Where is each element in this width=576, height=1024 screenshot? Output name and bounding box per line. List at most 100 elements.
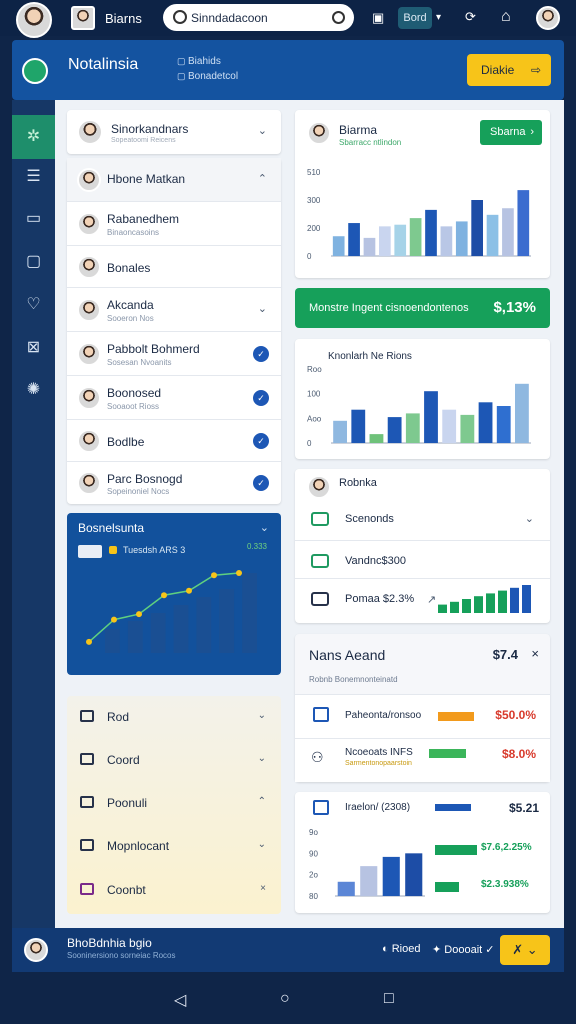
chevron-down-icon: ⌄	[257, 753, 266, 764]
close-icon[interactable]: ×	[531, 646, 539, 661]
chart-bar	[363, 237, 376, 256]
menu-item[interactable]: Rod ⌄	[67, 696, 281, 739]
list-item[interactable]: Bonales	[67, 246, 281, 288]
list-item[interactable]: Pabbolt Bohmerd Sosesan Nvoanits ✓	[67, 332, 281, 376]
metric-banner-value: $,13%	[493, 299, 536, 316]
stats-row[interactable]: Pomaa $2.3% ↗	[295, 579, 550, 623]
trend-point	[136, 611, 142, 618]
menu-item[interactable]: Poonuli ⌃	[67, 782, 281, 825]
avatar	[77, 255, 101, 279]
search-box[interactable]	[163, 4, 354, 31]
list-item[interactable]: Boonosed Sooaoot Rioss ✓	[67, 376, 281, 420]
chart-one-plot: 510 300 200 0	[307, 168, 531, 261]
promo-row[interactable]: ⚇ Ncoeoats INFS Sarmentonopaarstoin $8.0…	[295, 738, 550, 782]
chevron-down-icon: ⌄	[524, 513, 534, 525]
spark-bar	[486, 593, 495, 613]
document-icon[interactable]: ▢	[12, 240, 55, 284]
chart-bar	[424, 391, 438, 443]
list-item[interactable]: Parc Bosnogd Sopeinoniel Nocs ✓	[67, 462, 281, 504]
header-meta: Biahids Bonadetcol	[177, 54, 238, 84]
clear-search-icon[interactable]	[332, 11, 345, 24]
avatar	[77, 119, 103, 145]
chart-icon[interactable]: ⊠	[12, 326, 55, 370]
chevron-down-icon: ⌄	[257, 710, 266, 721]
list-item[interactable]: Bodlbe ✓	[67, 420, 281, 462]
check-badge-icon: ✓	[253, 390, 269, 406]
inbox-icon[interactable]: ☰	[12, 155, 55, 199]
settings-icon[interactable]: ✺	[12, 368, 55, 412]
contact-sub: Sopeinoniel Nocs	[107, 487, 170, 496]
menu-label: Poonuli	[107, 796, 148, 810]
dashboard-icon[interactable]: ✲	[12, 115, 55, 159]
back-icon[interactable]: ◁	[174, 990, 186, 1010]
user-avatar[interactable]	[536, 6, 560, 30]
calendar-icon[interactable]: ▭	[12, 197, 55, 241]
y-tick-label: Aoo	[307, 414, 322, 423]
menu-item[interactable]: Coord ⌄	[67, 739, 281, 782]
stats-card: Robnka Scenonds ⌄ Vandnc$300 Pomaa $2.3%…	[295, 469, 550, 623]
top-bar: Biarns ▣ Bord ▾ ⟳ ⌂	[0, 0, 576, 38]
home-icon[interactable]: ⌂	[501, 8, 511, 26]
y-tick-label: 0	[307, 439, 312, 448]
chart-two-card: Knonlarh Ne Rions Roo 100 Aoo 0	[295, 339, 550, 459]
home-nav-icon[interactable]: ○	[280, 990, 290, 1008]
promo-row[interactable]: Paheonta/ronsoo $50.0%	[295, 694, 550, 738]
trend-point	[86, 638, 92, 645]
stats-row[interactable]: Scenonds ⌄	[295, 499, 550, 541]
contact-sub: Sooeron Nos	[107, 314, 154, 323]
header-meta-line: Bonadetcol	[177, 69, 238, 84]
check-badge-icon: ✓	[253, 475, 269, 491]
chart-bar	[379, 226, 391, 256]
chart-icon	[311, 592, 329, 606]
trend-bar	[105, 629, 120, 653]
menu-item[interactable]: Mopnlocant ⌄	[67, 825, 281, 868]
chevron-up-icon: ⌃	[257, 173, 267, 185]
status-pill[interactable]: Bord	[398, 7, 432, 29]
avatar	[77, 386, 101, 410]
chevron-down-icon: ⌄	[257, 303, 267, 315]
contacts-list: Hbone Matkan ⌃ Rabanedhem Binaoncasoins …	[67, 158, 281, 504]
chart-one-card: Biarma Sbarracc ntlindon Sbarna › 510 300…	[295, 110, 550, 278]
header-action-button[interactable]: Diakie ⇨	[467, 54, 551, 86]
trend-bar	[173, 605, 189, 653]
menu-item[interactable]: Coonbt ×	[67, 869, 281, 912]
list-item[interactable]: Rabanedhem Binaoncasoins	[67, 202, 281, 246]
chart-bar	[360, 866, 378, 896]
page-header: Notalinsia Biahids Bonadetcol Diakie ⇨	[12, 40, 564, 100]
footer-action-button[interactable]: ✗ ⌄	[500, 935, 550, 965]
chevron-down-icon[interactable]: ▾	[436, 12, 441, 23]
search-input[interactable]	[191, 8, 327, 27]
chart-bar	[440, 226, 453, 256]
chart-bar	[333, 420, 347, 443]
trend-point	[111, 616, 117, 623]
promo-row-value: $8.0%	[501, 747, 536, 761]
trend-bar	[242, 573, 257, 653]
contacts-header-card[interactable]: Sinorkandnars Sopeatoomi Reicens ⌄	[67, 110, 281, 154]
footer-action[interactable]: ✦ Doooait ✓	[432, 943, 494, 956]
contact-name: Akcanda	[107, 298, 154, 312]
heart-icon[interactable]: ♡	[12, 283, 55, 327]
refresh-icon[interactable]: ⟳	[465, 9, 476, 25]
calendar-icon	[80, 883, 94, 895]
promo-card: Nans Aeand $7.4 × Robnb Bonemnonteinatd …	[295, 634, 550, 782]
grid-icon[interactable]: ▣	[372, 10, 384, 26]
brand-avatar	[71, 6, 95, 30]
profile-avatar[interactable]	[16, 2, 52, 38]
list-item[interactable]: Akcanda Sooeron Nos ⌄	[67, 288, 281, 332]
avatar	[77, 168, 101, 192]
stats-row[interactable]: Vandnc$300	[295, 541, 550, 579]
recents-icon[interactable]: □	[384, 990, 394, 1008]
y-tick-label: 200	[307, 224, 321, 233]
folder-icon	[80, 710, 94, 722]
metric-banner[interactable]: Monstre Ingent cisnoendontenos $,13%	[295, 288, 550, 328]
chart-bar	[478, 402, 493, 443]
y-tick-label: 300	[307, 196, 321, 205]
chevron-down-icon: ⌄	[257, 125, 267, 137]
stats-row-label: Pomaa $2.3%	[345, 593, 415, 605]
list-item[interactable]: Hbone Matkan ⌃	[67, 158, 281, 202]
metric-banner-label: Monstre Ingent cisnoendontenos	[309, 302, 469, 314]
footer-action[interactable]: ◐ Rioed	[382, 943, 420, 955]
chart-three-legend: $7.6,2.25%	[481, 842, 532, 853]
spark-bar	[522, 585, 531, 613]
wallet-icon	[311, 512, 329, 526]
